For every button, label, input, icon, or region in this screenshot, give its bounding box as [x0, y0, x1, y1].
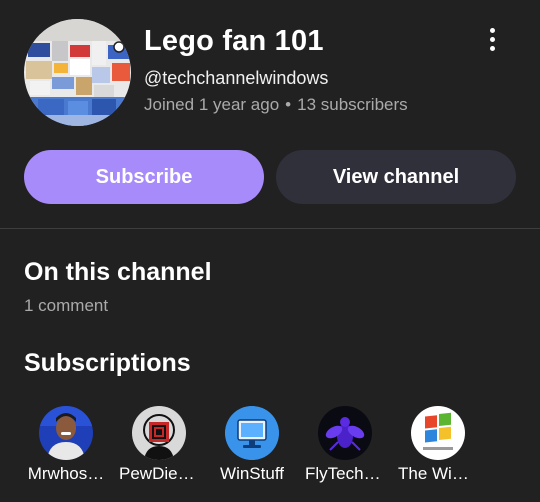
subscribe-button[interactable]: Subscribe	[24, 150, 264, 204]
comment-count[interactable]: 1 comment	[24, 296, 108, 316]
subscription-item[interactable]: Mrwhos…	[26, 406, 106, 484]
subscription-item[interactable]: FlyTech …	[305, 406, 385, 484]
subscription-name: PewDieP…	[119, 464, 199, 483]
divider	[0, 228, 540, 229]
subscription-avatar	[225, 406, 279, 460]
channel-card: Lego fan 101 @techchannelwindows Joined …	[0, 0, 540, 502]
subscription-name: The Win…	[398, 464, 478, 483]
channel-meta: Joined 1 year ago • 13 subscribers	[144, 95, 408, 115]
subscription-item[interactable]: WinStuff	[212, 406, 292, 484]
subscription-item[interactable]: The Win…	[398, 406, 478, 484]
subscription-name: Mrwhos…	[27, 464, 105, 483]
joined-date: Joined 1 year ago	[144, 95, 280, 114]
subscription-avatar	[318, 406, 372, 460]
subscription-item[interactable]: PewDieP…	[119, 406, 199, 484]
channel-handle: @techchannelwindows	[144, 68, 329, 88]
more-vertical-icon[interactable]	[478, 28, 506, 58]
on-this-channel-heading: On this channel	[24, 258, 212, 286]
subscription-name: WinStuff	[220, 464, 284, 483]
subscription-avatar	[411, 406, 465, 460]
meta-separator: •	[285, 95, 292, 114]
view-channel-button[interactable]: View channel	[276, 150, 516, 204]
subscriptions-list: Mrwhos… PewDieP… WinStuff FlyTech … The …	[24, 406, 540, 486]
subscription-avatar	[132, 406, 186, 460]
subscription-avatar	[39, 406, 93, 460]
subscriptions-heading: Subscriptions	[24, 349, 191, 377]
subscriber-count: 13 subscribers	[297, 95, 408, 114]
channel-title: Lego fan 101	[144, 25, 324, 57]
channel-avatar[interactable]	[24, 19, 131, 126]
subscription-name: FlyTech …	[305, 464, 385, 483]
